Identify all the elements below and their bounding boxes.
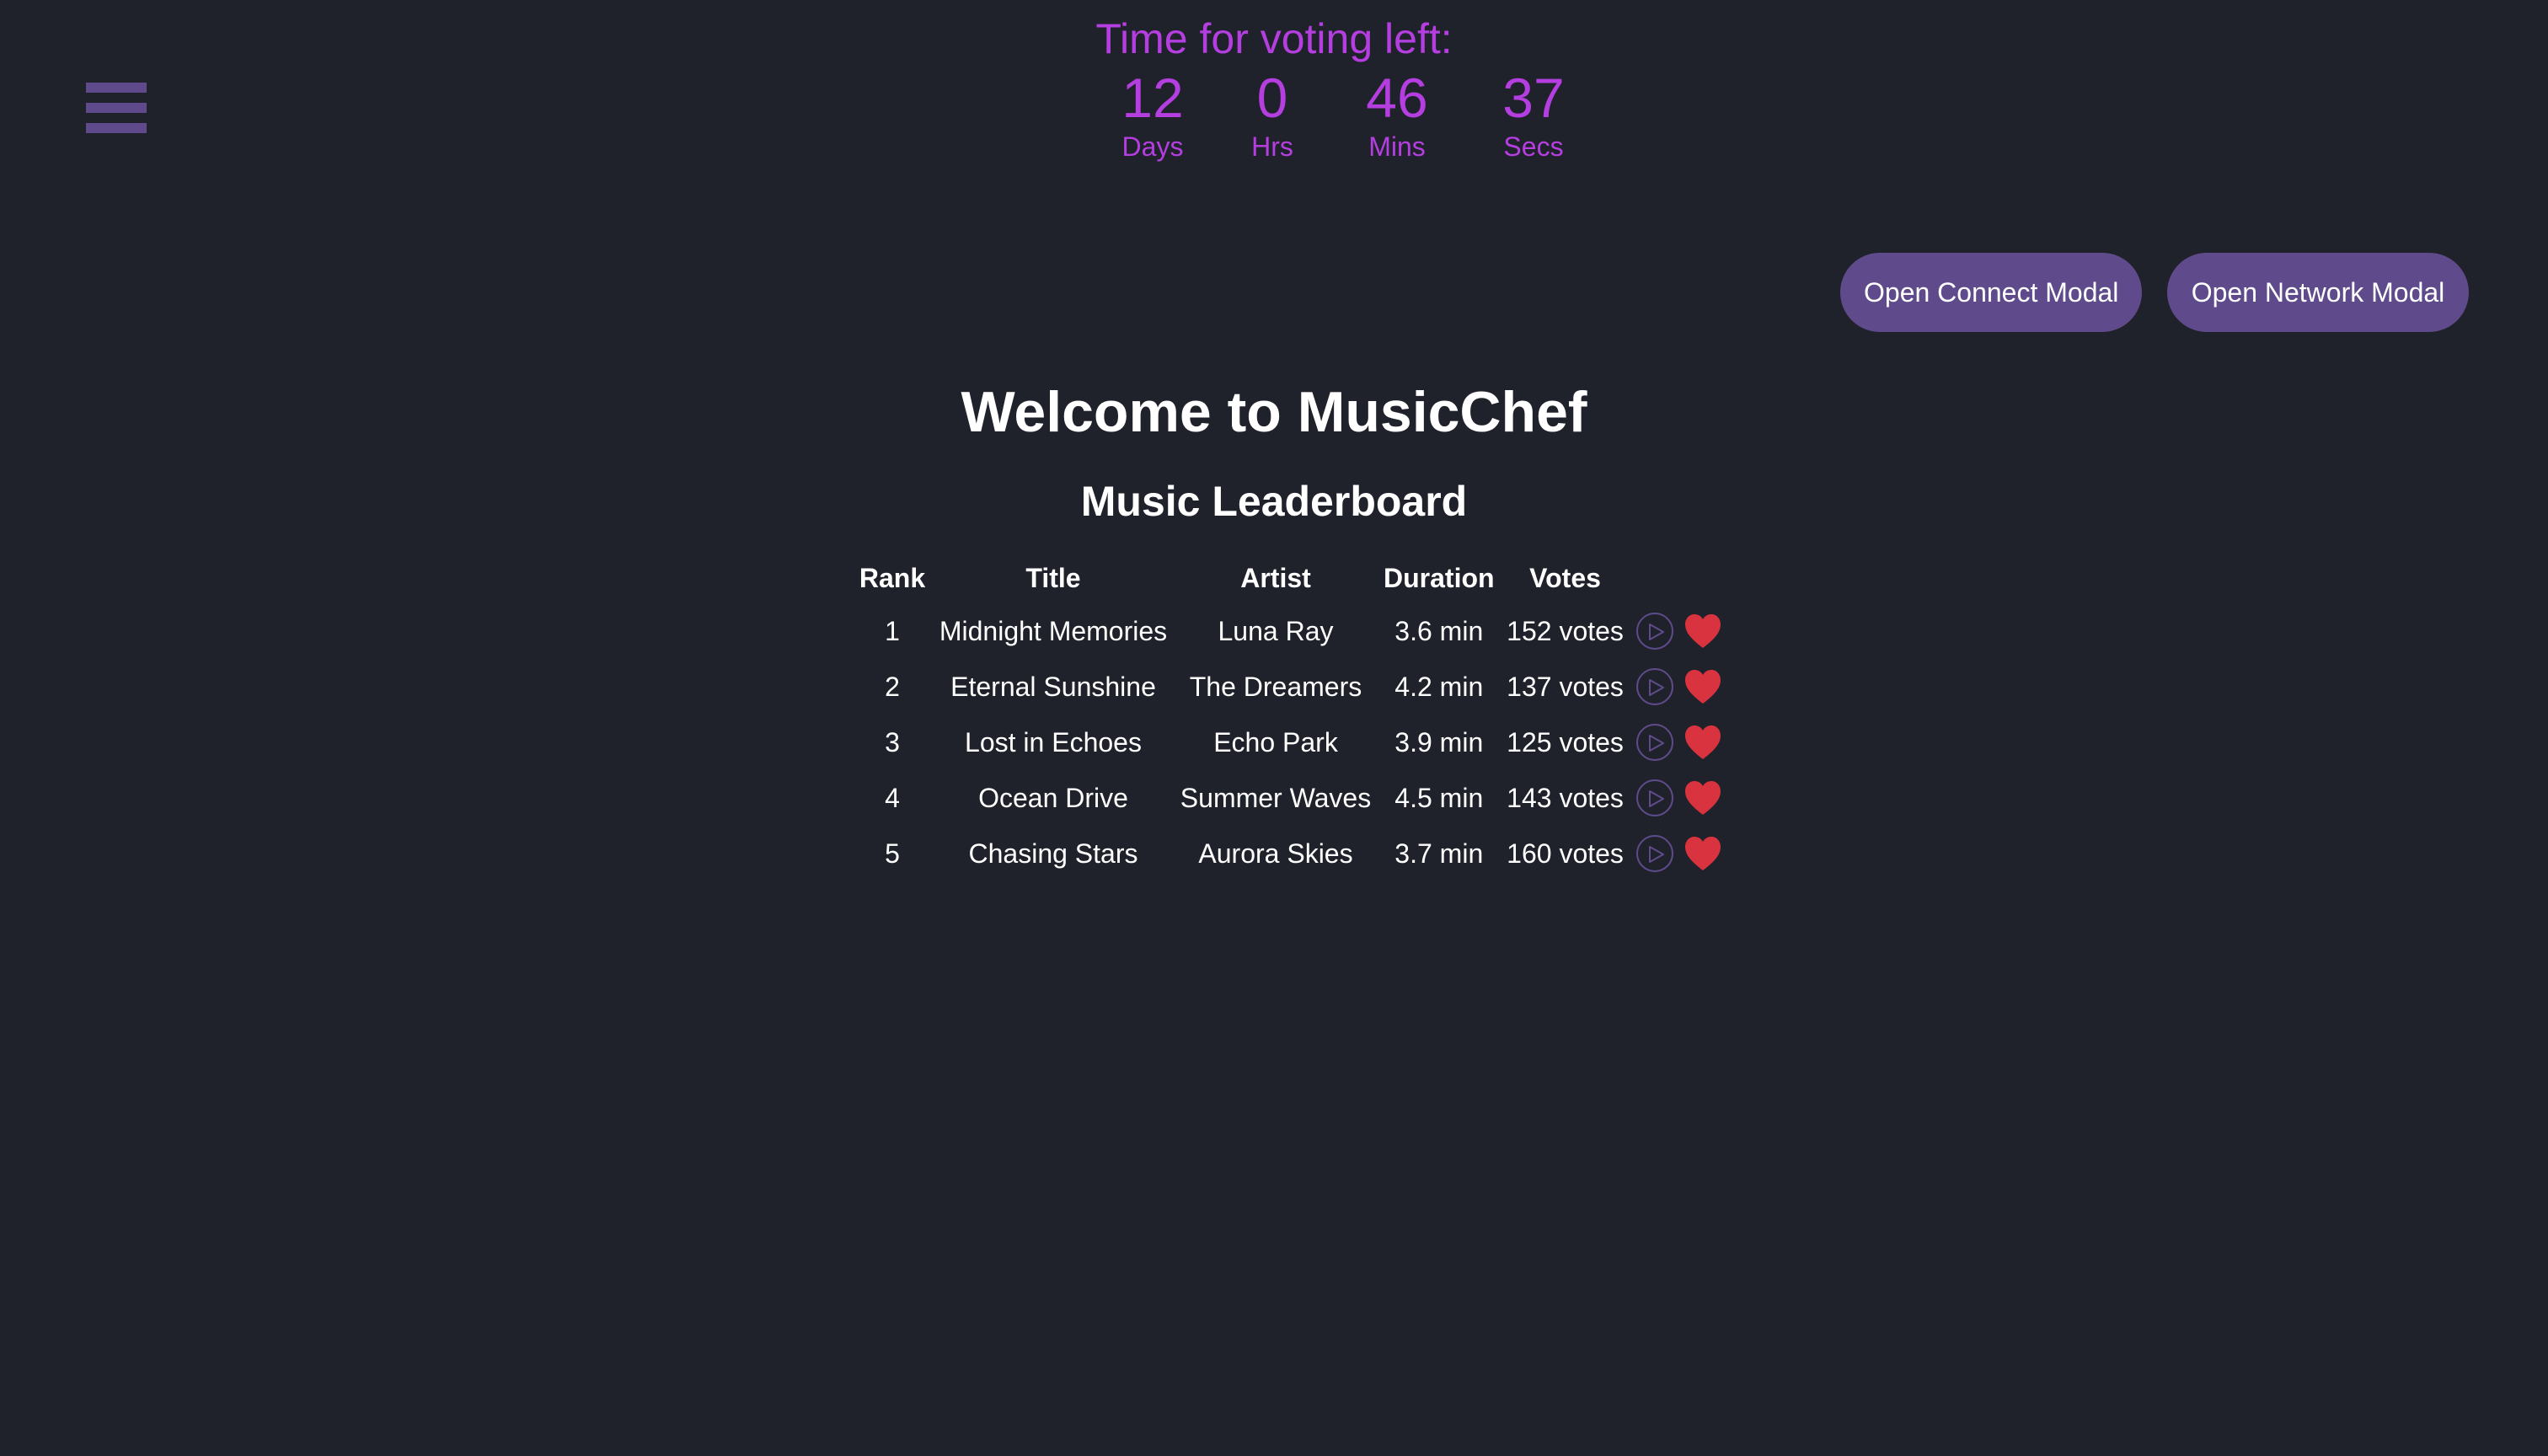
countdown-values: 12 Days 0 Hrs 46 Mins 37 Secs xyxy=(937,66,1611,175)
app-page: Time for voting left: 12 Days 0 Hrs 46 M… xyxy=(0,0,2548,1456)
countdown-minutes: 46 Mins xyxy=(1330,66,1464,163)
voting-countdown: Time for voting left: 12 Days 0 Hrs 46 M… xyxy=(937,12,1611,175)
table-header-row: Rank Title Artist Duration Votes xyxy=(849,553,1741,603)
countdown-days-label: Days xyxy=(1121,131,1184,162)
leaderboard-body: 1 Midnight Memories Luna Ray 3.6 min 152 vot… xyxy=(849,603,1741,881)
cell-votes: 137 votes xyxy=(1507,671,1624,702)
header-actions xyxy=(1633,553,1741,603)
cell-artist: Aurora Skies xyxy=(1198,838,1353,869)
heart-icon[interactable] xyxy=(1684,724,1722,761)
cell-artist: Luna Ray xyxy=(1218,615,1334,646)
leaderboard-title: Music Leaderboard xyxy=(1080,478,1468,525)
cell-duration: 4.2 min xyxy=(1394,671,1484,702)
cell-votes: 160 votes xyxy=(1507,838,1624,869)
cell-duration: 4.5 min xyxy=(1394,782,1484,813)
header-title: Title xyxy=(1025,562,1081,593)
countdown-heading: Time for voting left: xyxy=(1095,15,1453,62)
music-leaderboard-table: Rank Title Artist Duration Votes 1 Midnig… xyxy=(849,553,1741,881)
heart-icon[interactable] xyxy=(1684,668,1722,705)
heart-icon[interactable] xyxy=(1684,779,1722,816)
table-row: 3 Lost in Echoes Echo Park 3.9 min 125 votes xyxy=(849,715,1741,770)
countdown-days-value: 12 xyxy=(1121,67,1184,129)
countdown-hours-label: Hrs xyxy=(1251,131,1293,162)
play-icon[interactable] xyxy=(1635,724,1673,761)
cell-rank: 3 xyxy=(885,726,900,757)
cell-artist: The Dreamers xyxy=(1189,671,1362,702)
header-artist: Artist xyxy=(1240,562,1311,593)
cell-rank: 1 xyxy=(885,615,900,646)
heart-icon[interactable] xyxy=(1684,835,1722,872)
cell-title: Midnight Memories xyxy=(939,615,1168,646)
cell-actions xyxy=(1633,659,1741,715)
cell-title: Ocean Drive xyxy=(978,782,1128,813)
table-row: 4 Ocean Drive Summer Waves 4.5 min 143 votes xyxy=(849,770,1741,826)
open-connect-modal-button[interactable]: Open Connect Modal xyxy=(1840,253,2142,332)
table-row: 2 Eternal Sunshine The Dreamers 4.2 min 137 … xyxy=(849,659,1741,715)
play-icon[interactable] xyxy=(1635,779,1673,816)
menu-bar xyxy=(86,123,147,133)
play-icon[interactable] xyxy=(1635,613,1673,650)
cell-duration: 3.9 min xyxy=(1394,726,1484,757)
cell-rank: 2 xyxy=(885,671,900,702)
menu-bar xyxy=(86,103,147,113)
countdown-hours-value: 0 xyxy=(1256,67,1288,129)
play-icon[interactable] xyxy=(1635,835,1673,872)
countdown-days: 12 Days xyxy=(1085,66,1220,163)
countdown-hours: 0 Hrs xyxy=(1205,66,1340,163)
table-row: 1 Midnight Memories Luna Ray 3.6 min 152 vot… xyxy=(849,603,1741,659)
cell-rank: 5 xyxy=(885,838,900,869)
cell-title: Lost in Echoes xyxy=(965,726,1142,757)
cell-duration: 3.7 min xyxy=(1394,838,1484,869)
open-network-modal-button[interactable]: Open Network Modal xyxy=(2167,253,2469,332)
cell-artist: Summer Waves xyxy=(1180,782,1372,813)
cell-actions xyxy=(1633,715,1741,770)
heart-icon[interactable] xyxy=(1684,613,1722,650)
cell-votes: 143 votes xyxy=(1507,782,1624,813)
countdown-seconds-value: 37 xyxy=(1502,67,1565,129)
table-row: 5 Chasing Stars Aurora Skies 3.7 min 160 vot… xyxy=(849,826,1741,881)
cell-duration: 3.6 min xyxy=(1394,615,1484,646)
hamburger-menu-icon[interactable] xyxy=(84,81,148,136)
countdown-seconds-label: Secs xyxy=(1503,131,1564,162)
cell-title: Eternal Sunshine xyxy=(950,671,1156,702)
menu-bar xyxy=(86,83,147,93)
countdown-minutes-label: Mins xyxy=(1368,131,1426,162)
play-icon[interactable] xyxy=(1635,668,1673,705)
cell-actions xyxy=(1633,826,1741,881)
cell-artist: Echo Park xyxy=(1213,726,1338,757)
cell-actions xyxy=(1633,603,1741,659)
page-title: Welcome to MusicChef xyxy=(961,380,1587,444)
cell-votes: 125 votes xyxy=(1507,726,1624,757)
cell-title: Chasing Stars xyxy=(968,838,1138,869)
header-rank: Rank xyxy=(859,562,926,593)
countdown-seconds: 37 Secs xyxy=(1466,66,1601,163)
header-duration: Duration xyxy=(1384,562,1495,593)
header-votes: Votes xyxy=(1529,562,1601,593)
cell-votes: 152 votes xyxy=(1507,615,1624,646)
cell-rank: 4 xyxy=(885,782,900,813)
cell-actions xyxy=(1633,770,1741,826)
countdown-minutes-value: 46 xyxy=(1366,67,1428,129)
